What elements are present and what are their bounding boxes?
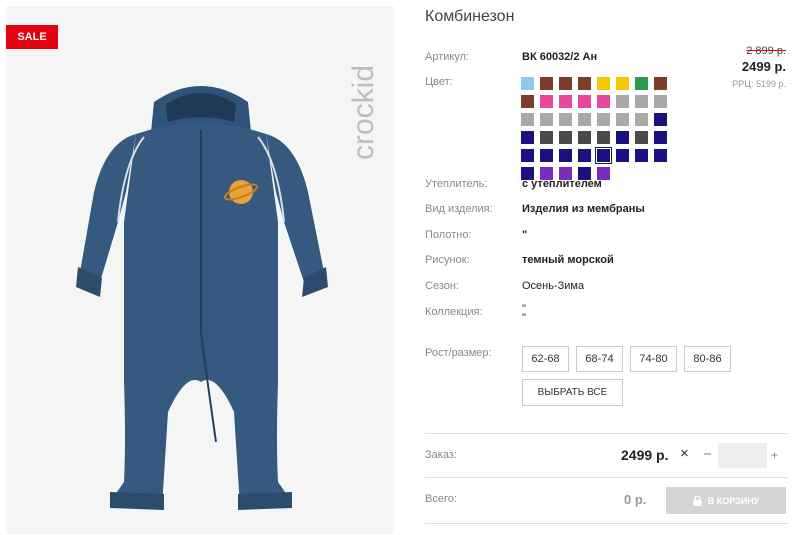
color-swatch[interactable] <box>540 95 553 108</box>
color-swatch[interactable] <box>597 113 610 126</box>
sale-badge: SALE <box>6 25 58 49</box>
divider <box>425 433 787 434</box>
color-swatch[interactable] <box>635 95 648 108</box>
lock-icon <box>693 495 702 506</box>
color-swatches <box>521 77 671 180</box>
size-option[interactable]: 62-68 <box>522 346 569 372</box>
svg-text:crockid: crockid <box>347 65 380 160</box>
add-to-cart-label: В КОРЗИНУ <box>707 495 760 506</box>
color-label: Цвет: <box>425 76 453 88</box>
color-swatch[interactable] <box>559 77 572 90</box>
color-swatch[interactable] <box>559 95 572 108</box>
color-swatch[interactable] <box>616 77 629 90</box>
color-swatch[interactable] <box>654 149 667 162</box>
color-swatch[interactable] <box>654 113 667 126</box>
color-swatch[interactable] <box>616 149 629 162</box>
order-price: 2499 р. <box>621 447 669 463</box>
color-swatch[interactable] <box>616 113 629 126</box>
add-to-cart-button[interactable]: В КОРЗИНУ <box>666 487 786 514</box>
color-swatch[interactable] <box>578 131 591 144</box>
attr-label: Утеплитель: <box>425 178 488 190</box>
brand-logo: crockid <box>347 65 380 160</box>
color-swatch[interactable] <box>540 77 553 90</box>
article-value: ВК 60032/2 Ан <box>522 51 598 63</box>
article-label: Артикул: <box>425 51 470 63</box>
attr-label: Полотно: <box>425 229 472 241</box>
color-swatch[interactable] <box>521 113 534 126</box>
color-swatch[interactable] <box>597 131 610 144</box>
size-option[interactable]: 80-86 <box>684 346 731 372</box>
product-title: Комбинезон <box>425 8 515 25</box>
attr-label: Рисунок: <box>425 254 470 266</box>
total-label: Всего: <box>425 493 457 505</box>
size-label: Рост/размер: <box>425 347 492 359</box>
divider <box>425 523 787 524</box>
jumpsuit-image <box>76 86 328 510</box>
color-swatch[interactable] <box>559 113 572 126</box>
color-swatch[interactable] <box>578 95 591 108</box>
color-swatch[interactable] <box>540 149 553 162</box>
color-swatch[interactable] <box>635 149 648 162</box>
color-swatch[interactable] <box>635 131 648 144</box>
product-image[interactable]: SALE crockid <box>6 6 394 534</box>
size-option[interactable]: 74-80 <box>630 346 677 372</box>
color-swatch[interactable] <box>616 131 629 144</box>
attr-label: Сезон: <box>425 280 459 292</box>
rrp-price: РРЦ: 5199 р. <box>732 79 786 89</box>
total-value: 0 р. <box>624 492 647 507</box>
color-swatch[interactable] <box>559 149 572 162</box>
quantity-input[interactable] <box>718 443 767 468</box>
color-swatch[interactable] <box>654 131 667 144</box>
close-icon[interactable]: × <box>680 445 689 462</box>
color-swatch[interactable] <box>521 95 534 108</box>
attr-value: " " <box>522 303 526 324</box>
color-swatch[interactable] <box>578 149 591 162</box>
color-swatch[interactable] <box>521 149 534 162</box>
attr-value: темный морской <box>522 254 614 266</box>
color-swatch[interactable] <box>597 95 610 108</box>
attr-value: с утеплителем <box>522 178 602 190</box>
color-swatch[interactable] <box>521 77 534 90</box>
old-price: 2 899 р. <box>746 45 786 57</box>
order-label: Заказ: <box>425 449 457 461</box>
color-swatch[interactable] <box>654 95 667 108</box>
attr-label: Коллекция: <box>425 306 483 318</box>
quantity-plus-button[interactable]: + <box>771 448 778 462</box>
color-swatch[interactable] <box>521 131 534 144</box>
attr-value: " <box>522 229 528 241</box>
divider <box>425 477 787 478</box>
current-price: 2499 р. <box>741 59 786 74</box>
color-swatch[interactable] <box>635 77 648 90</box>
color-swatch[interactable] <box>635 113 648 126</box>
color-swatch[interactable] <box>654 77 667 90</box>
quantity-minus-button[interactable]: − <box>703 446 712 463</box>
color-swatch[interactable] <box>578 113 591 126</box>
color-swatch[interactable] <box>559 131 572 144</box>
color-swatch[interactable] <box>616 95 629 108</box>
color-swatch[interactable] <box>540 113 553 126</box>
attr-value: Осень-Зима <box>522 280 585 292</box>
color-swatch[interactable] <box>597 77 610 90</box>
attr-label: Вид изделия: <box>425 203 493 215</box>
color-swatch[interactable] <box>595 147 612 164</box>
attr-value: Изделия из мембраны <box>522 203 645 215</box>
color-swatch[interactable] <box>540 131 553 144</box>
select-all-button[interactable]: ВЫБРАТЬ ВСЕ <box>522 379 623 406</box>
color-swatch[interactable] <box>578 77 591 90</box>
size-option[interactable]: 68-74 <box>576 346 623 372</box>
